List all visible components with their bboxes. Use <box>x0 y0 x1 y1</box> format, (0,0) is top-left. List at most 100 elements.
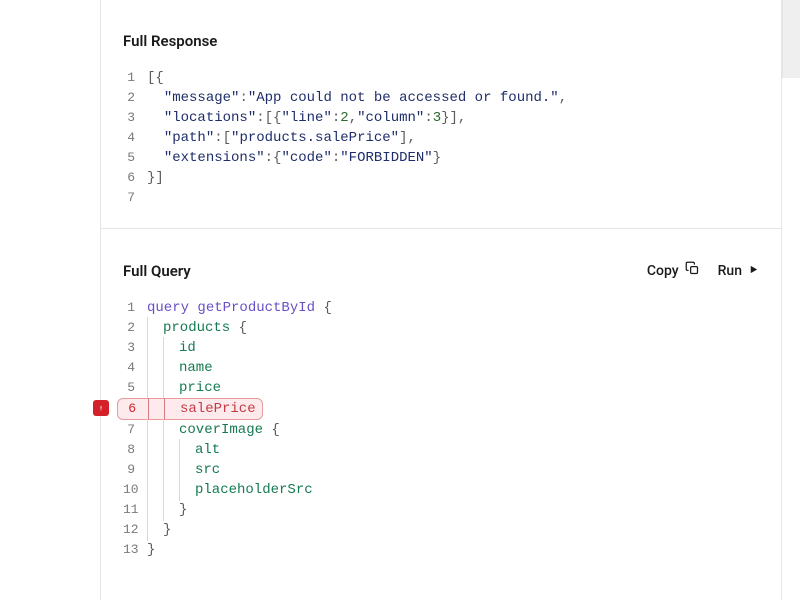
code-line: 12} <box>123 520 759 540</box>
code-token: , <box>559 88 567 108</box>
code-token: : <box>424 108 432 128</box>
code-token: query <box>147 298 197 318</box>
code-line: 10placeholderSrc <box>123 480 759 500</box>
line-number: 12 <box>123 520 147 540</box>
code-token: "path" <box>164 128 214 148</box>
code-content: } <box>147 540 155 560</box>
line-number: 7 <box>123 420 147 440</box>
code-line: 8alt <box>123 440 759 460</box>
response-code-block: 1[{2 "message":"App could not be accesse… <box>123 68 759 208</box>
code-content: src <box>147 460 220 480</box>
indent-guide <box>147 420 163 440</box>
code-content: query getProductById { <box>147 298 332 318</box>
code-token: } <box>163 520 171 540</box>
code-token: "locations" <box>164 108 256 128</box>
play-icon <box>748 263 759 279</box>
code-token: name <box>179 358 213 378</box>
indent-guide <box>163 378 179 398</box>
code-token: price <box>179 378 221 398</box>
code-token: : <box>332 148 340 168</box>
line-number: 1 <box>123 68 147 88</box>
copy-icon <box>685 261 700 280</box>
code-line: 13} <box>123 540 759 560</box>
full-query-section: Full Query Copy Run <box>101 228 781 580</box>
code-line: 7 coverImage { <box>123 420 759 440</box>
line-number: 3 <box>123 338 147 358</box>
line-number: 2 <box>123 88 147 108</box>
code-token: products <box>163 318 230 338</box>
code-content: products { <box>147 318 247 338</box>
code-line: 4 name <box>123 358 759 378</box>
code-line: 2 "message":"App could not be accessed o… <box>123 88 759 108</box>
indent-guide <box>179 460 195 480</box>
indent-guide <box>163 420 179 440</box>
content-panel: Full Response 1[{2 "message":"App could … <box>100 0 782 600</box>
line-number: 6 <box>124 399 148 419</box>
code-content: "message":"App could not be accessed or … <box>147 88 567 108</box>
line-number: 9 <box>123 460 147 480</box>
code-token: { <box>263 420 280 440</box>
code-content: "path":["products.salePrice"], <box>147 128 416 148</box>
copy-button[interactable]: Copy <box>647 261 700 280</box>
line-number: 13 <box>123 540 147 560</box>
code-token <box>147 128 164 148</box>
error-badge-icon <box>93 400 109 416</box>
indent-guide <box>147 358 163 378</box>
full-query-title: Full Query <box>123 262 191 280</box>
code-token: }], <box>441 108 466 128</box>
indent-guide <box>148 399 164 419</box>
code-line: 5price <box>123 378 759 398</box>
code-token <box>147 88 164 108</box>
code-line: 7 <box>123 188 759 208</box>
indent-guide <box>147 318 163 338</box>
line-number: 7 <box>123 188 147 208</box>
copy-label: Copy <box>647 263 679 279</box>
code-token: :[ <box>214 128 231 148</box>
code-token: "FORBIDDEN" <box>340 148 432 168</box>
code-token: 3 <box>433 108 441 128</box>
run-button[interactable]: Run <box>718 263 759 279</box>
code-token <box>147 148 164 168</box>
indent-guide <box>163 440 179 460</box>
code-token: [{ <box>147 68 164 88</box>
code-token: { <box>230 318 247 338</box>
line-number: 8 <box>123 440 147 460</box>
line-number: 4 <box>123 358 147 378</box>
code-token: :{ <box>265 148 282 168</box>
code-token: : <box>332 108 340 128</box>
indent-guide <box>147 480 163 500</box>
code-token: src <box>195 460 220 480</box>
code-line: 1[{ <box>123 68 759 88</box>
code-token: coverImage <box>179 420 263 440</box>
line-number: 3 <box>123 108 147 128</box>
indent-guide <box>147 440 163 460</box>
code-token: "code" <box>281 148 331 168</box>
code-content: "extensions":{"code":"FORBIDDEN"} <box>147 148 441 168</box>
run-label: Run <box>718 263 742 279</box>
indent-guide <box>163 480 179 500</box>
code-token: "App could not be accessed or found." <box>248 88 559 108</box>
code-line: 9 src <box>123 460 759 480</box>
indent-guide <box>147 500 163 520</box>
indent-guide <box>147 460 163 480</box>
code-token: : <box>239 88 247 108</box>
indent-guide <box>179 440 195 460</box>
code-token: } <box>433 148 441 168</box>
code-line: 2products { <box>123 318 759 338</box>
right-rail-shadow <box>782 0 800 78</box>
code-line: 11} <box>123 500 759 520</box>
code-token: :[{ <box>256 108 281 128</box>
indent-guide <box>164 399 180 419</box>
code-token: "column" <box>357 108 424 128</box>
line-number: 4 <box>123 128 147 148</box>
code-line: 3 "locations":[{"line":2,"column":3}], <box>123 108 759 128</box>
code-token: placeholderSrc <box>195 480 313 500</box>
line-number: 6 <box>123 168 147 188</box>
code-token: id <box>179 338 196 358</box>
line-number: 11 <box>123 500 147 520</box>
code-content: id <box>147 338 196 358</box>
full-response-section: Full Response 1[{2 "message":"App could … <box>101 0 781 228</box>
code-line-error: 6salePrice <box>123 398 759 420</box>
code-content: placeholderSrc <box>147 480 313 500</box>
full-response-title: Full Response <box>123 32 217 50</box>
